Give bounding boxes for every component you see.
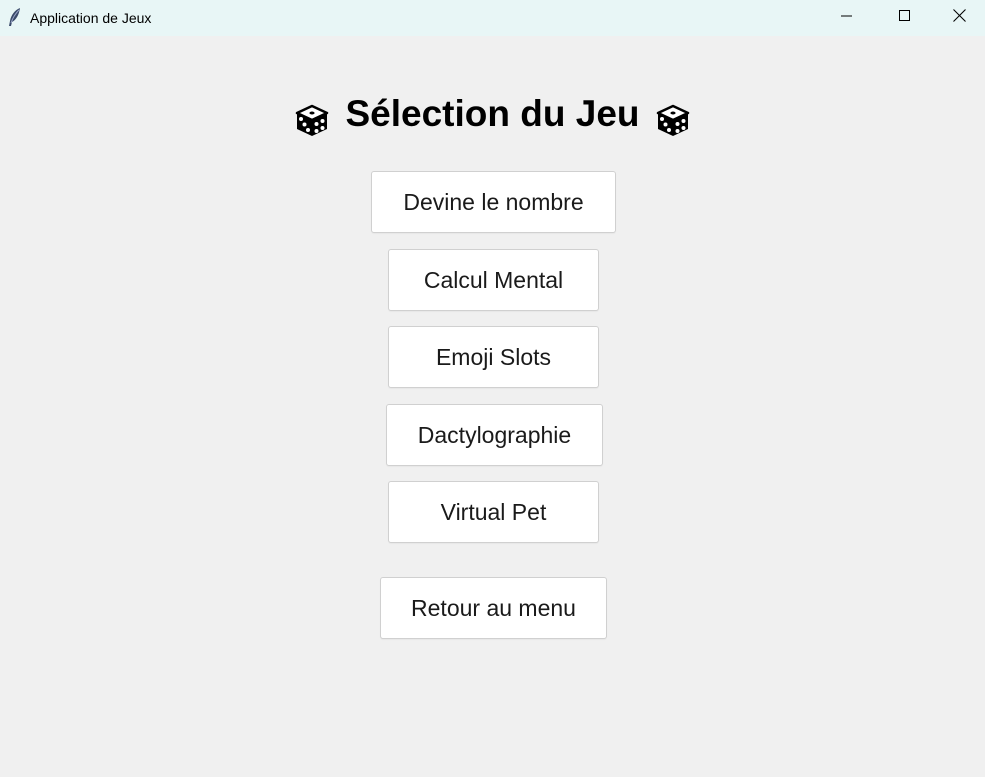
maximize-icon	[899, 9, 911, 27]
minimize-icon	[841, 9, 853, 27]
close-button[interactable]	[934, 0, 985, 36]
title-bar[interactable]: Application de Jeux	[0, 0, 985, 36]
minimize-button[interactable]	[818, 0, 876, 36]
game-button-virtual-pet[interactable]: Virtual Pet	[388, 481, 599, 543]
page-title: Sélection du Jeu	[345, 93, 640, 134]
window-title: Application de Jeux	[30, 10, 152, 26]
close-icon	[953, 9, 966, 27]
maximize-button[interactable]	[876, 0, 934, 36]
dice-icon	[656, 104, 690, 138]
dice-icon	[295, 104, 329, 138]
app-window: Application de Jeux Sélection du Jeu Dev…	[0, 0, 985, 777]
game-button-devine-le-nombre[interactable]: Devine le nombre	[371, 171, 616, 233]
game-button-calcul-mental[interactable]: Calcul Mental	[388, 249, 599, 311]
game-button-emoji-slots[interactable]: Emoji Slots	[388, 326, 599, 388]
game-button-dactylographie[interactable]: Dactylographie	[386, 404, 603, 466]
feather-icon	[7, 7, 23, 27]
back-to-menu-button[interactable]: Retour au menu	[380, 577, 607, 639]
page-heading: Sélection du Jeu	[0, 88, 985, 140]
